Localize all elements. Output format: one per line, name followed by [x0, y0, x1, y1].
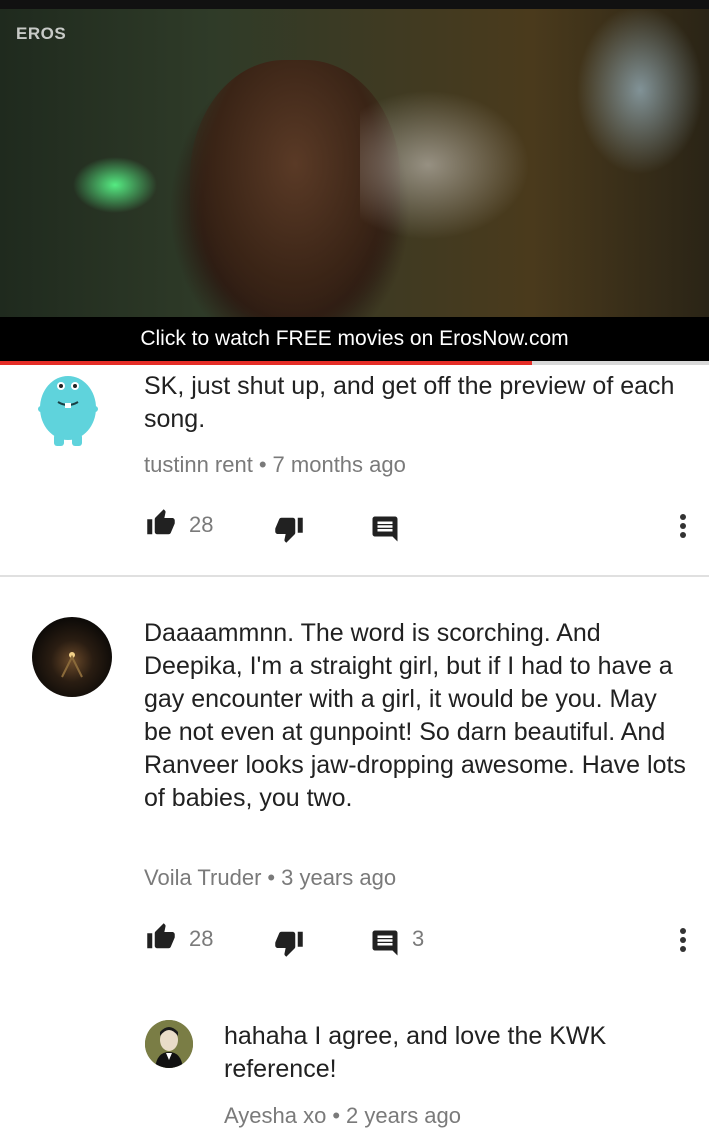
- video-frame-smoke: [360, 90, 530, 240]
- comment-text: Daaaammnn. The word is scorching. And De…: [144, 619, 686, 812]
- video-progress-fill: [0, 361, 532, 365]
- reply-count[interactable]: 3: [412, 926, 424, 952]
- video-player[interactable]: EROS: [0, 0, 709, 363]
- avatar[interactable]: [30, 368, 106, 450]
- comment-time: 3 years ago: [281, 865, 397, 890]
- eros-logo: EROS: [16, 24, 67, 43]
- character-avatar-icon: [145, 1020, 193, 1068]
- meta-separator: •: [267, 865, 276, 890]
- comment-icon[interactable]: [370, 514, 400, 544]
- comment-time: 7 months ago: [272, 452, 406, 477]
- comment-actions: 28: [0, 506, 709, 546]
- comment-icon[interactable]: [370, 928, 400, 958]
- reply-author[interactable]: Ayesha xo: [224, 1103, 326, 1128]
- status-bar: [0, 0, 709, 9]
- thumbs-up-icon[interactable]: [145, 508, 177, 538]
- reply-time: 2 years ago: [346, 1103, 462, 1128]
- promo-banner-text: Click to watch FREE movies on ErosNow.co…: [140, 327, 569, 350]
- monster-avatar-icon: [38, 376, 98, 446]
- comment-text: SK, just shut up, and get off the previe…: [144, 372, 675, 433]
- thumbs-down-icon[interactable]: [273, 514, 305, 544]
- meta-separator: •: [332, 1103, 341, 1128]
- like-count: 28: [189, 926, 214, 951]
- photo-avatar-icon: [61, 652, 83, 678]
- promo-banner[interactable]: Click to watch FREE movies on ErosNow.co…: [0, 317, 709, 361]
- reply-meta: Ayesha xo • 2 years ago: [224, 1103, 461, 1129]
- thumbs-down-icon[interactable]: [273, 928, 305, 958]
- comment-divider: [0, 575, 709, 577]
- like-count: 28: [189, 512, 214, 537]
- comment-author[interactable]: Voila Truder: [144, 865, 261, 890]
- thumbs-up-icon[interactable]: [145, 922, 177, 952]
- avatar[interactable]: [32, 617, 112, 697]
- comment-actions: 28 3: [0, 920, 709, 960]
- comment-author[interactable]: tustinn rent: [144, 452, 253, 477]
- comment-meta: Voila Truder • 3 years ago: [144, 865, 396, 891]
- meta-separator: •: [258, 452, 267, 477]
- reply-text: hahaha I agree, and love the KWK referen…: [224, 1022, 607, 1083]
- avatar[interactable]: [145, 1020, 193, 1068]
- comment-meta: tustinn rent • 7 months ago: [144, 452, 406, 478]
- more-vertical-icon[interactable]: [679, 514, 687, 541]
- more-vertical-icon[interactable]: [679, 928, 687, 955]
- video-progress-bar[interactable]: [0, 361, 709, 365]
